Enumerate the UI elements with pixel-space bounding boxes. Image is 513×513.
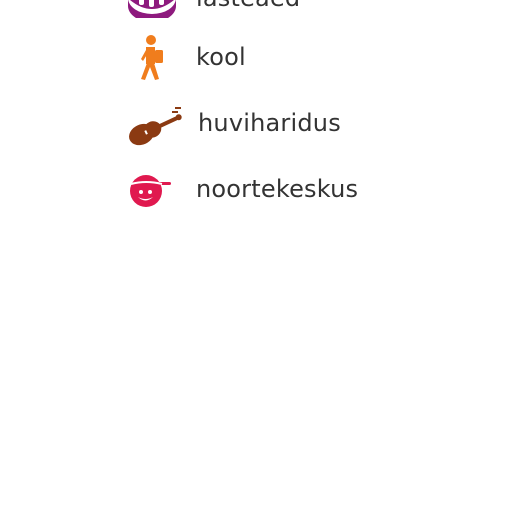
legend-item-noortekeskus: noortekeskus (0, 165, 513, 221)
map-legend: lasteaed kool (0, 0, 513, 513)
legend-item-lasteaed: lasteaed (0, 0, 513, 34)
school-pupil-icon (141, 35, 163, 80)
violin-icon (129, 107, 182, 146)
legend-label: noortekeskus (196, 175, 359, 203)
legend-item-kool: kool (0, 32, 513, 88)
smiley-cap-icon (130, 175, 171, 207)
kindergarten-icon (128, 0, 176, 18)
legend-label: lasteaed (196, 0, 300, 12)
legend-label: huviharidus (198, 109, 341, 137)
legend-label: kool (196, 43, 246, 71)
legend-item-huviharidus: huviharidus (0, 100, 513, 156)
